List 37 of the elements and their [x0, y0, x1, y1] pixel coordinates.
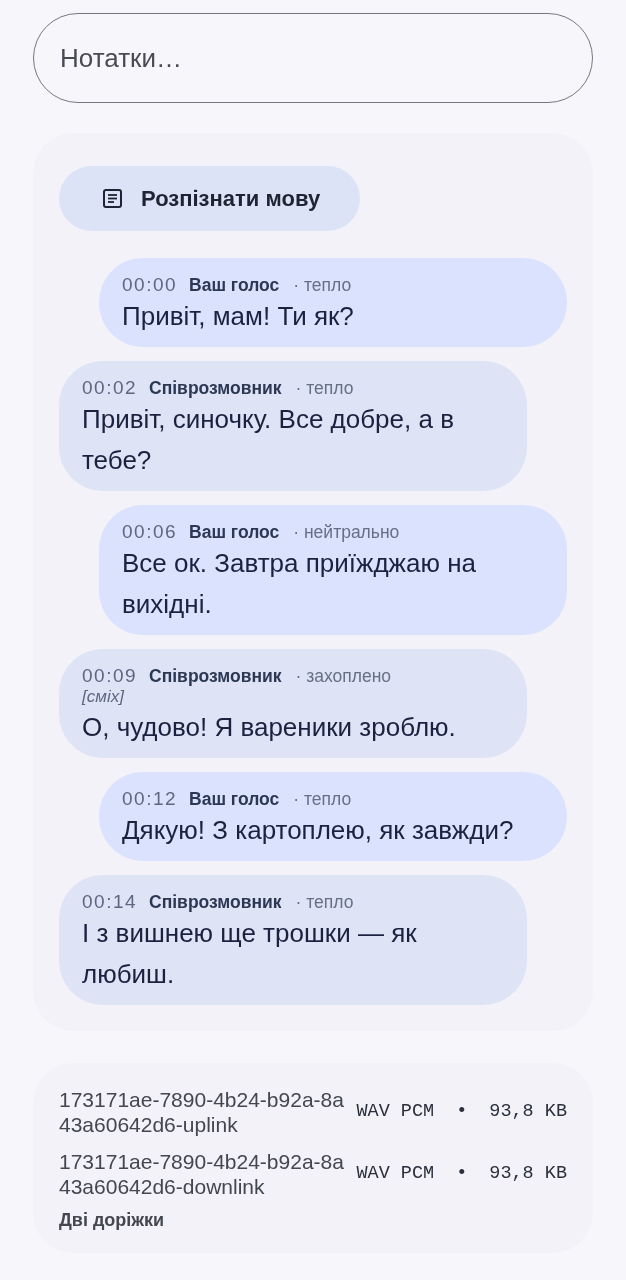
- notes-field[interactable]: Нотатки…: [33, 13, 593, 103]
- message-text: Все ок. Завтра приїжджаю на вихідні.: [122, 547, 477, 621]
- tracks-caption: Дві доріжки: [59, 1209, 165, 1231]
- message-text: Привіт, синочку. Все добре, а в тебе?: [82, 403, 455, 477]
- separator-dot: •: [456, 1100, 468, 1125]
- speaker-name: Ваш голос: [189, 788, 280, 810]
- message-time: 00:06: [122, 521, 178, 543]
- file-name: 173171ae-7890-4b24-b92a-8a43a60642d6-uplink: [59, 1087, 345, 1137]
- message-time: 00:00: [122, 274, 178, 296]
- tone-label: · нейтрально: [293, 521, 400, 543]
- message-text: Дякую! З картоплею, як завжди?: [122, 814, 515, 847]
- speaker-name: Співрозмовник: [149, 665, 282, 687]
- message-text: О, чудово! Я вареники зроблю.: [82, 711, 457, 744]
- message-text: Привіт, мам! Ти як?: [122, 300, 355, 333]
- file-format: WAV PCM: [356, 1162, 435, 1187]
- speaker-name: Ваш голос: [189, 274, 280, 296]
- tone-label: · захоплено: [295, 665, 392, 687]
- file-format: WAV PCM: [356, 1100, 435, 1125]
- tone-label: · тепло: [293, 274, 352, 296]
- message-time: 00:02: [82, 377, 138, 399]
- tone-label: · тепло: [295, 377, 354, 399]
- message-time: 00:12: [122, 788, 178, 810]
- file-name: 173171ae-7890-4b24-b92a-8a43a60642d6-downlink: [59, 1149, 345, 1199]
- tone-label: · тепло: [293, 788, 352, 810]
- speaker-name: Співрозмовник: [149, 377, 282, 399]
- file-size: 93,8 KB: [489, 1100, 567, 1125]
- recognize-speech-button[interactable]: Розпізнати мову: [59, 166, 360, 231]
- speaker-name: Ваш голос: [189, 521, 280, 543]
- separator-dot: •: [456, 1162, 468, 1187]
- message-time: 00:09: [82, 665, 138, 687]
- message-time: 00:14: [82, 891, 138, 913]
- annotation-text: [сміх]: [82, 687, 124, 707]
- speaker-name: Співрозмовник: [149, 891, 282, 913]
- document-icon: [103, 189, 122, 208]
- tone-label: · тепло: [295, 891, 354, 913]
- message-text: І з вишнею ще трошки — як любиш.: [82, 917, 418, 991]
- file-size: 93,8 KB: [489, 1162, 567, 1187]
